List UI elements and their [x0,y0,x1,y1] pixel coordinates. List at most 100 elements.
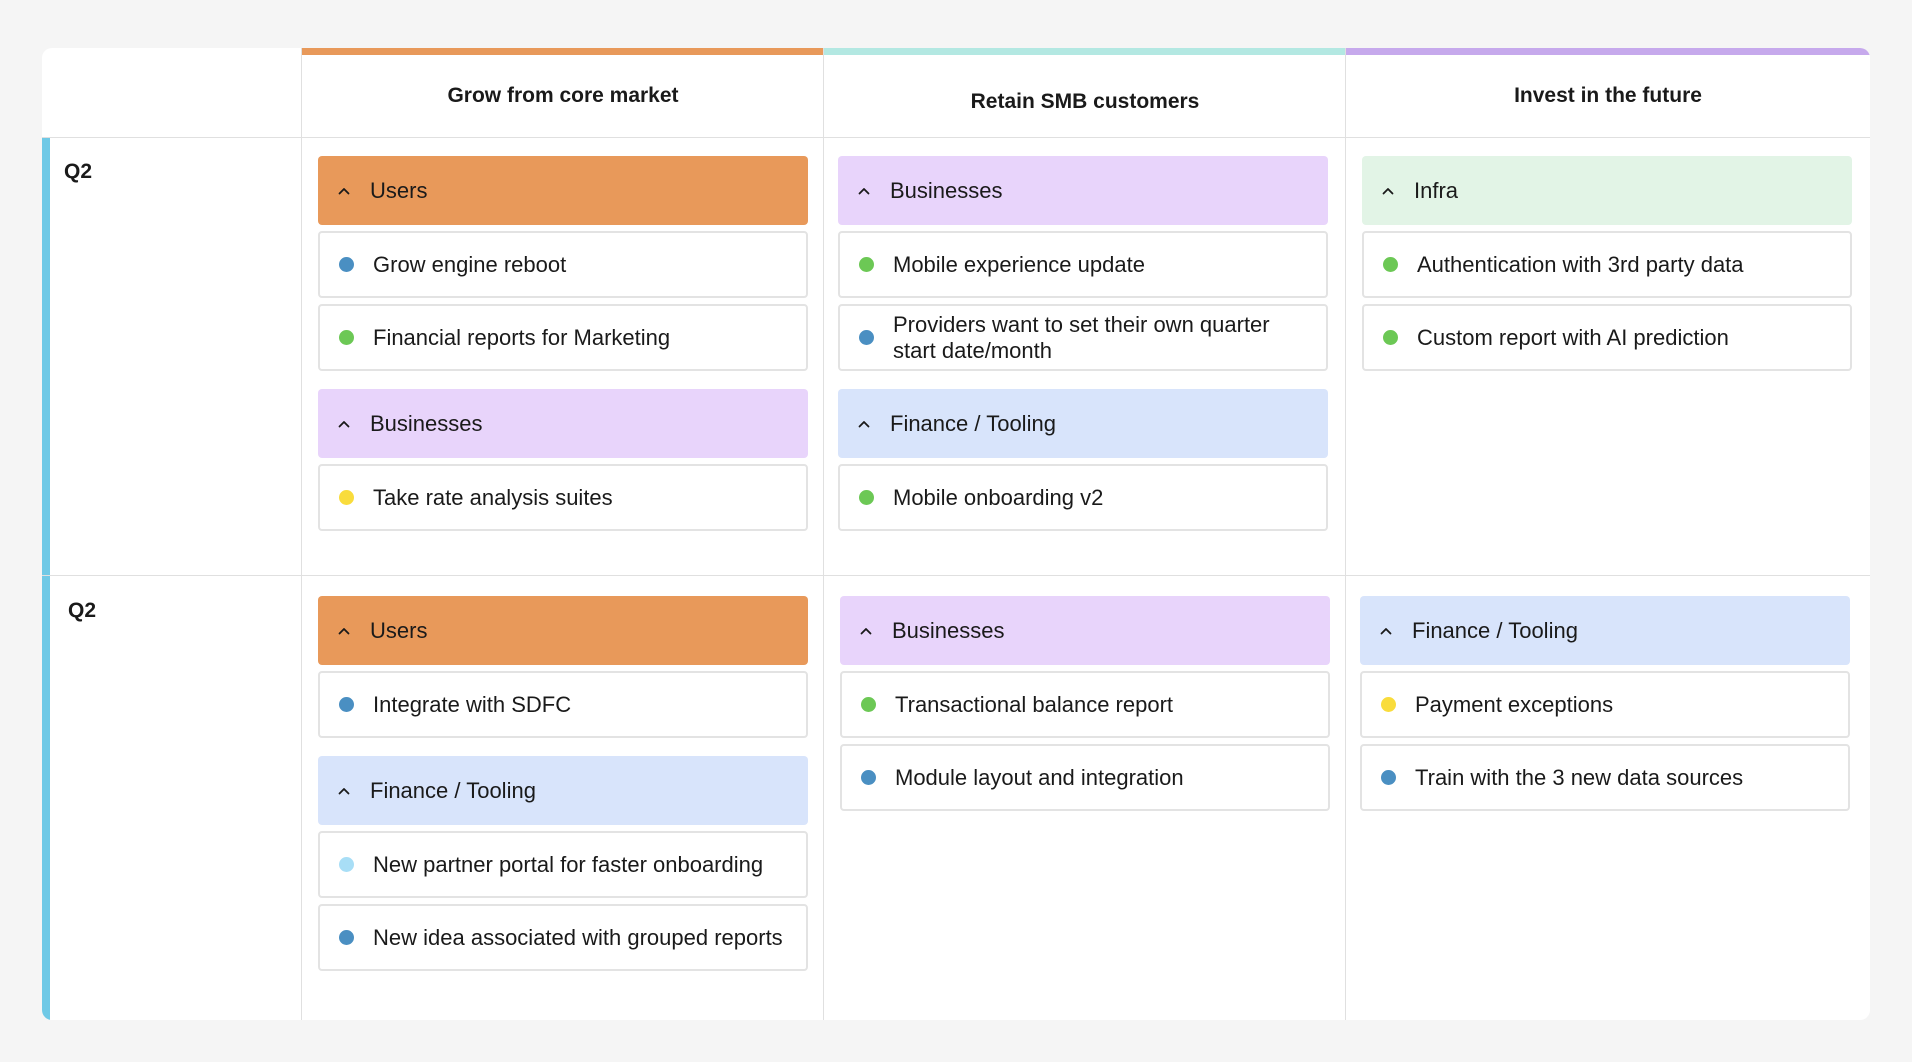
group-businesses: Businesses Transactional balance report Mo… [840,596,1330,811]
roadmap-item[interactable]: Train with the 3 new data sources [1360,744,1850,811]
status-dot-icon [861,770,876,785]
group-title: Businesses [892,617,1005,643]
group-finance-tooling: Finance / Tooling Mobile onboarding v2 [838,389,1328,531]
group-title: Businesses [890,177,1003,203]
group-header-finance-tooling[interactable]: Finance / Tooling [1360,596,1850,665]
group-header-finance-tooling[interactable]: Finance / Tooling [318,756,808,825]
status-dot-icon [1381,697,1396,712]
roadmap-item[interactable]: Transactional balance report [840,671,1330,738]
roadmap-item-label: Module layout and integration [895,764,1184,790]
group-title: Finance / Tooling [370,777,536,803]
status-dot-icon [861,697,876,712]
group-title: Users [370,177,428,203]
roadmap-item-label: Take rate analysis suites [373,484,613,510]
group-finance-tooling: Finance / Tooling New partner portal for … [318,756,808,971]
roadmap-item-label: Mobile onboarding v2 [893,484,1104,510]
row-label-q2[interactable]: Q2 [64,160,92,184]
group-businesses: Businesses Mobile experience update Provid… [838,156,1328,371]
group-title: Users [370,617,428,643]
column-strip-core [302,48,824,55]
status-dot-icon [339,857,354,872]
status-dot-icon [1383,330,1398,345]
grid-line [823,48,824,1020]
status-dot-icon [339,930,354,945]
roadmap-item-label: Financial reports for Marketing [373,324,671,350]
chevron-up-icon[interactable] [858,418,870,430]
grid-line [301,48,302,1020]
roadmap-item[interactable]: Integrate with SDFC [318,671,808,738]
group-header-users[interactable]: Users [318,156,808,225]
group-header-businesses[interactable]: Businesses [838,156,1328,225]
roadmap-item-label: New idea associated with grouped reports [373,924,783,950]
chevron-up-icon[interactable] [1382,185,1394,197]
group-users: Users Grow engine reboot Financial reports… [318,156,808,371]
column-header-smb[interactable]: Retain SMB customers [824,61,1346,143]
grid-line [42,137,1870,138]
cell-row1-col2: Businesses Mobile experience update Provid… [838,156,1328,531]
roadmap-item[interactable]: Mobile onboarding v2 [838,464,1328,531]
status-dot-icon [339,697,354,712]
roadmap-item[interactable]: Custom report with AI prediction [1362,304,1852,371]
group-header-infra[interactable]: Infra [1362,156,1852,225]
chevron-up-icon[interactable] [338,785,350,797]
group-header-users[interactable]: Users [318,596,808,665]
cell-row2-col2: Businesses Transactional balance report Mo… [840,596,1330,811]
roadmap-item[interactable]: Payment exceptions [1360,671,1850,738]
roadmap-item[interactable]: Authentication with 3rd party data [1362,231,1852,298]
status-dot-icon [1383,257,1398,272]
chevron-up-icon[interactable] [858,185,870,197]
status-dot-icon [859,257,874,272]
cell-row2-col3: Finance / Tooling Payment exceptions Train… [1360,596,1850,811]
roadmap-item[interactable]: Grow engine reboot [318,231,808,298]
cell-row1-col1: Users Grow engine reboot Financial reports… [318,156,808,531]
group-users: Users Integrate with SDFC [318,596,808,738]
row-strip-1 [42,138,50,575]
status-dot-icon [859,490,874,505]
chevron-up-icon[interactable] [338,185,350,197]
grid-line [1345,48,1346,1020]
chevron-up-icon[interactable] [1380,625,1392,637]
status-dot-icon [1381,770,1396,785]
row-label-q2[interactable]: Q2 [68,599,96,623]
chevron-up-icon[interactable] [338,625,350,637]
group-header-finance-tooling[interactable]: Finance / Tooling [838,389,1328,458]
roadmap-item-label: New partner portal for faster onboarding [373,851,764,877]
roadmap-item-label: Mobile experience update [893,251,1145,277]
chevron-up-icon[interactable] [860,625,872,637]
roadmap-item-label: Train with the 3 new data sources [1415,764,1744,790]
column-header-future[interactable]: Invest in the future [1346,55,1870,137]
group-infra: Infra Authentication with 3rd party data C… [1362,156,1852,371]
grid-line [42,575,1870,576]
roadmap-item[interactable]: Providers want to set their own quarter … [838,304,1328,371]
roadmap-item[interactable]: Module layout and integration [840,744,1330,811]
roadmap-item-label: Providers want to set their own quarter … [893,311,1270,363]
group-title: Finance / Tooling [890,410,1056,436]
roadmap-item[interactable]: New partner portal for faster onboarding [318,831,808,898]
status-dot-icon [339,490,354,505]
roadmap-item[interactable]: New idea associated with grouped reports [318,904,808,971]
roadmap-item[interactable]: Financial reports for Marketing [318,304,808,371]
roadmap-item-label: Integrate with SDFC [373,691,572,717]
roadmap-item-label: Transactional balance report [895,691,1174,717]
roadmap-item-label: Grow engine reboot [373,251,567,277]
column-strip-future [1346,48,1870,55]
roadmap-item-label: Custom report with AI prediction [1417,324,1729,350]
cell-row1-col3: Infra Authentication with 3rd party data C… [1362,156,1852,371]
column-strip-smb [824,48,1346,55]
status-dot-icon [339,257,354,272]
group-businesses: Businesses Take rate analysis suites [318,389,808,531]
group-title: Finance / Tooling [1412,617,1578,643]
column-header-core[interactable]: Grow from core market [302,55,824,137]
roadmap-item[interactable]: Mobile experience update [838,231,1328,298]
cell-row2-col1: Users Integrate with SDFC Finance / Toolin… [318,596,808,971]
row-strip-2 [42,576,50,1020]
group-title: Businesses [370,410,483,436]
group-finance-tooling: Finance / Tooling Payment exceptions Train… [1360,596,1850,811]
group-header-businesses[interactable]: Businesses [318,389,808,458]
group-header-businesses[interactable]: Businesses [840,596,1330,665]
roadmap-item-label: Payment exceptions [1415,691,1614,717]
status-dot-icon [859,330,874,345]
roadmap-item[interactable]: Take rate analysis suites [318,464,808,531]
chevron-up-icon[interactable] [338,418,350,430]
roadmap-board: Grow from core market Retain SMB custome… [42,48,1870,1020]
